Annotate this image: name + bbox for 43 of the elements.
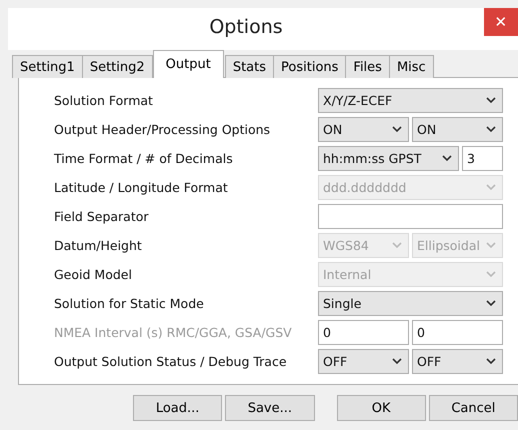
tab[interactable]: Output [152,50,224,78]
dialog-button[interactable]: Save... [225,395,314,421]
chevron-icon [486,300,496,307]
dropdown[interactable]: hh:mm:ss GPST [318,146,459,171]
field-label: Latitude / Longitude Format [54,180,229,195]
dropdown[interactable]: OFF [318,349,409,374]
dialog-button[interactable]: Cancel [428,395,518,421]
field-label: Solution for Static Mode [54,296,205,311]
window-title: Options [208,15,284,38]
chevron-icon [392,358,402,365]
chevron-icon [486,126,496,133]
field-label: Solution Format [54,93,154,108]
field-label: Output Header/Processing Options [54,122,272,137]
field-label: Time Format / # of Decimals [54,151,234,166]
input-field[interactable]: 3 [462,146,503,171]
chevron-icon [486,242,496,249]
field-label: Output Solution Status / Debug Trace [54,354,288,369]
chevron-icon [486,97,496,104]
chevron-icon [486,271,496,278]
input-field[interactable] [318,204,503,229]
chevron-icon [486,184,496,191]
tab[interactable]: Setting2 [82,55,153,78]
field-label: NMEA Interval (s) RMC/GGA, GSA/GSV [54,325,293,340]
tab[interactable]: Positions [273,55,346,78]
tab[interactable]: Setting1 [12,55,83,78]
field-label: Geoid Model [54,267,133,282]
dialog-button[interactable]: OK [336,395,426,421]
chevron-icon [442,155,452,162]
field-label: Field Separator [54,209,150,224]
dropdown[interactable]: Single [318,291,503,316]
close-button[interactable]: ✕ [484,8,518,36]
chevron-icon [392,242,402,249]
field-label: Datum/Height [54,238,143,253]
dropdown[interactable]: ON [318,117,409,142]
tab[interactable]: Misc [388,55,434,78]
dropdown[interactable]: OFF [412,349,503,374]
chevron-icon [392,126,402,133]
tab[interactable]: Stats [224,55,274,78]
chevron-icon [486,358,496,365]
tab[interactable]: Files [345,55,390,78]
dropdown[interactable]: ON [412,117,503,142]
dialog-button[interactable]: Load... [133,395,222,421]
dropdown[interactable]: X/Y/Z-ECEF [318,88,503,113]
